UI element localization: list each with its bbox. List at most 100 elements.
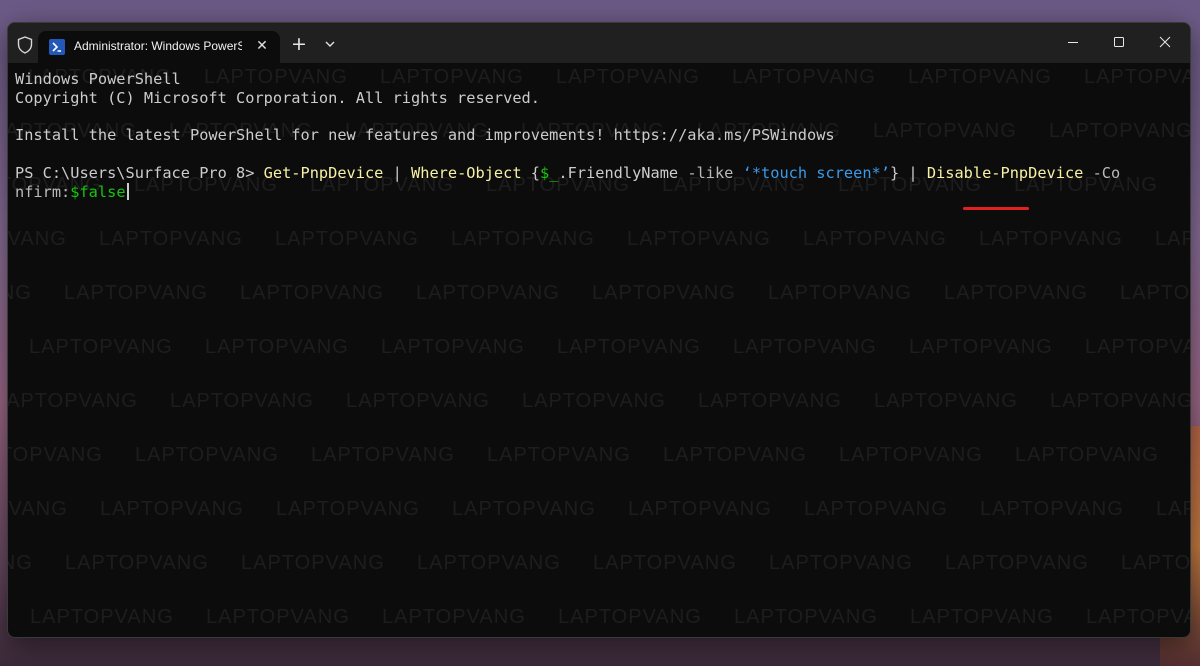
maximize-button[interactable] <box>1096 23 1142 61</box>
watermark-text: LAPTOPVANG <box>592 282 736 304</box>
command-line-wrap: nfirm:$false <box>15 183 129 201</box>
cmdlet-where-object: Where-Object <box>411 164 522 182</box>
watermark-text: LAPTOPVANG <box>804 498 948 520</box>
watermark-text: LAPTOPVANG <box>732 66 876 88</box>
watermark-text: LAPTOPVANG <box>487 444 631 466</box>
watermark-text: LAPTOPVANG <box>382 606 526 628</box>
watermark-text: LAPTOPVANG <box>945 552 1089 574</box>
script-block-open: { <box>521 164 540 182</box>
watermark-text: LAPTOPVANG <box>1050 390 1190 412</box>
watermark-text: LAPTOPVANG <box>908 66 1052 88</box>
powershell-icon <box>49 39 65 55</box>
watermark-text: LAPTOPVANG <box>416 282 560 304</box>
watermark-text: LAPTOPVANG <box>170 390 314 412</box>
minimize-icon <box>1068 42 1078 43</box>
watermark-text: LAPTOPVANG <box>628 498 772 520</box>
tab-powershell[interactable]: Administrator: Windows PowerShell ✕ <box>38 31 280 63</box>
new-tab-button[interactable]: + <box>288 33 310 55</box>
copyright-line: Copyright (C) Microsoft Corporation. All… <box>15 89 540 107</box>
false-variable: $false <box>70 183 126 201</box>
chevron-down-icon <box>325 41 335 47</box>
watermark-text: LAPTOPVANG <box>698 390 842 412</box>
title-bar[interactable]: Administrator: Windows PowerShell ✕ + <box>8 23 1190 63</box>
minimize-button[interactable] <box>1050 23 1096 61</box>
like-operator: -like <box>687 164 734 182</box>
terminal-window: Administrator: Windows PowerShell ✕ + L <box>7 22 1191 638</box>
watermark-text: LAPTOPVANG <box>206 606 350 628</box>
watermark-text: LAPTOPVANG <box>593 552 737 574</box>
watermark-text: LAPTOPVANG <box>204 66 348 88</box>
pipe: | <box>383 164 412 182</box>
confirm-parameter-wrap: nfirm: <box>15 183 71 201</box>
watermark-text: LAPTOPVANG <box>944 282 1088 304</box>
watermark-text: LAPTOPVANG <box>8 498 68 520</box>
watermark-text: LAPTOPVANG <box>522 390 666 412</box>
watermark-text: LAPTOPVANG <box>1155 228 1190 250</box>
prompt: PS C:\Users\Surface Pro 8> <box>15 164 264 182</box>
watermark-text: LAPTOPVANG <box>733 336 877 358</box>
cmdlet-disable-pnpdevice: Disable-PnpDevice <box>926 164 1084 182</box>
watermark-text: LAPTOPVANG <box>8 444 103 466</box>
confirm-parameter: -Co <box>1083 164 1121 182</box>
pipeline-variable: $_ <box>539 164 559 182</box>
watermark-text: LAPTOPVANG <box>768 282 912 304</box>
filter-string: ‘*touch screen*’ <box>733 164 890 182</box>
script-block-close: } | <box>889 164 927 182</box>
watermark-text: LAPTOPVANG <box>8 228 67 250</box>
watermark-text: LAPTOPVANG <box>240 282 384 304</box>
watermark-text: LAPTOPVANG <box>100 498 244 520</box>
watermark-text: LAPTOPVANG <box>1085 336 1190 358</box>
watermark-text: LAPTOPVANG <box>1049 120 1190 142</box>
watermark-text: LAPTOPVANG <box>451 228 595 250</box>
watermark-text: LAPTOPVANG <box>135 444 279 466</box>
watermark-overlay: LAPTOPVANG LAPTOPVANG LAPTOPVANG LAPTOPVANG… <box>8 63 1190 637</box>
close-window-button[interactable] <box>1142 23 1188 61</box>
watermark-text: LAPTOPVANG <box>417 552 561 574</box>
watermark-text: LAPTOPVANG <box>8 390 138 412</box>
watermark-text: LAPTOPVANG <box>873 120 1017 142</box>
watermark-text: LAPTOPVANG <box>979 228 1123 250</box>
shield-icon <box>17 36 33 54</box>
watermark-text: LAPTOPVANG <box>627 228 771 250</box>
watermark-text: LAPTOPVANG <box>1015 444 1159 466</box>
watermark-text: LAPTOPVANG <box>874 390 1018 412</box>
watermark-text: LAPTOPVANG <box>1084 66 1190 88</box>
tab-dropdown-button[interactable] <box>319 33 341 55</box>
command-line: PS C:\Users\Surface Pro 8> Get-PnpDevice… <box>15 164 1120 182</box>
watermark-text: LAPTOPVANG <box>1086 606 1190 628</box>
tab-title: Administrator: Windows PowerShell <box>74 39 242 53</box>
watermark-text: LAPTOPVANG <box>381 336 525 358</box>
watermark-text: LAPTOPVANG <box>8 282 32 304</box>
tab-close-button[interactable]: ✕ <box>250 33 274 59</box>
watermark-text: LAPTOPVANG <box>734 606 878 628</box>
property-name: .FriendlyName <box>558 164 688 182</box>
watermark-text: LAPTOPVANG <box>1156 498 1190 520</box>
watermark-text: LAPTOPVANG <box>909 336 1053 358</box>
watermark-text: LAPTOPVANG <box>275 228 419 250</box>
watermark-text: LAPTOPVANG <box>65 552 209 574</box>
watermark-text: LAPTOPVANG <box>311 444 455 466</box>
watermark-text: LAPTOPVANG <box>910 606 1054 628</box>
maximize-icon <box>1114 37 1124 47</box>
watermark-text: LAPTOPVANG <box>99 228 243 250</box>
terminal-output[interactable]: LAPTOPVANG LAPTOPVANG LAPTOPVANG LAPTOPVANG… <box>8 63 1190 637</box>
watermark-text: LAPTOPVANG <box>980 498 1124 520</box>
watermark-text: LAPTOPVANG <box>1121 552 1190 574</box>
watermark-text: LAPTOPVANG <box>557 336 701 358</box>
watermark-text: LAPTOPVANG <box>29 336 173 358</box>
watermark-text: LAPTOPVANG <box>556 66 700 88</box>
watermark-text: LAPTOPVANG <box>663 444 807 466</box>
header-title-line: Windows PowerShell <box>15 70 181 88</box>
watermark-text: LAPTOPVANG <box>769 552 913 574</box>
watermark-text: LAPTOPVANG <box>452 498 596 520</box>
text-cursor <box>126 183 129 200</box>
watermark-text: LAPTOPVANG <box>346 390 490 412</box>
watermark-text: LAPTOPVANG <box>1120 282 1190 304</box>
watermark-text: LAPTOPVANG <box>276 498 420 520</box>
watermark-text: LAPTOPVANG <box>30 606 174 628</box>
cmdlet-get-pnpdevice: Get-PnpDevice <box>263 164 384 182</box>
install-hint-line: Install the latest PowerShell for new fe… <box>15 126 835 144</box>
watermark-text: LAPTOPVANG <box>241 552 385 574</box>
watermark-text: LAPTOPVANG <box>64 282 208 304</box>
watermark-text: LAPTOPVANG <box>839 444 983 466</box>
